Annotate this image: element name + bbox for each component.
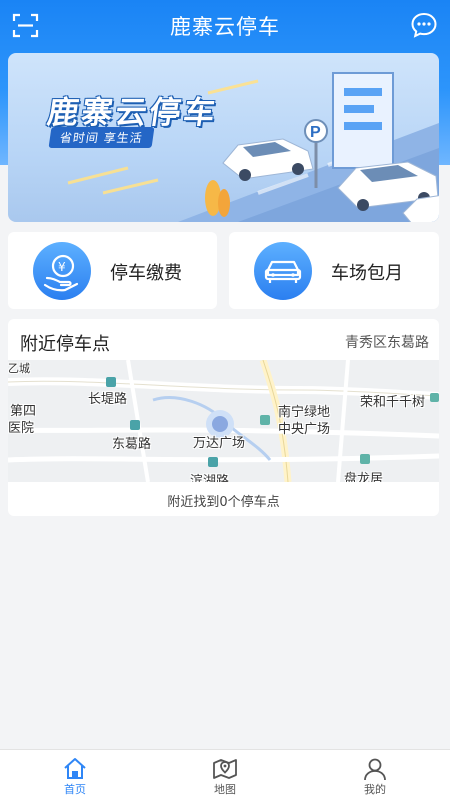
- tab-mine-label: 我的: [364, 783, 386, 796]
- svg-text:¥: ¥: [58, 260, 66, 274]
- nearby-title: 附近停车点: [20, 334, 110, 355]
- nearby-count-text: 附近找到0个停车点: [167, 495, 280, 510]
- map-label: 长堤路: [88, 392, 128, 407]
- message-icon[interactable]: [410, 11, 438, 39]
- promo-banner[interactable]: P 鹿寨云停车 省时间 享生活: [8, 53, 439, 222]
- map-label: 万达广场: [193, 436, 246, 451]
- tab-map[interactable]: 地图: [150, 750, 300, 800]
- map-label: 荣和千千树: [360, 395, 426, 410]
- home-icon: [62, 756, 88, 782]
- user-icon: [362, 756, 388, 782]
- banner-slogan: 省时间 享生活: [48, 127, 155, 148]
- monthly-pass-label: 车场包月: [331, 263, 403, 284]
- app-title: 鹿寨云停车: [170, 15, 280, 39]
- tab-home[interactable]: 首页: [0, 750, 150, 800]
- tab-home-label: 首页: [64, 783, 86, 796]
- car-icon: [254, 242, 312, 300]
- map-icon: [212, 756, 238, 782]
- map-label: 盘龙居: [344, 472, 384, 482]
- parking-payment-label: 停车缴费: [110, 263, 182, 284]
- header: 鹿寨云停车: [0, 0, 450, 50]
- nearby-map[interactable]: 长堤路 东葛路 万达广场 南宁绿地 中央广场 荣和千千树 第四 医院 盘龙居 滨…: [8, 360, 439, 482]
- map-label: 中央广场: [278, 422, 331, 437]
- map-roads: [8, 360, 439, 482]
- bottom-tab-bar: 首页 地图 我的: [0, 749, 450, 800]
- parking-sign: P: [310, 124, 321, 141]
- nearby-parking-card: 附近停车点 青秀区东葛路 长堤路 东葛路 万达广场 南宁绿地 中央广场 荣和千千…: [8, 319, 439, 516]
- map-label: 医院: [8, 421, 35, 436]
- monthly-pass-button[interactable]: 车场包月: [229, 232, 439, 309]
- banner-title: 鹿寨云停车: [44, 95, 221, 131]
- map-label: 滨湖路: [190, 474, 230, 482]
- yen-hand-icon: ¥: [33, 242, 91, 300]
- parking-payment-button[interactable]: ¥ 停车缴费: [8, 232, 217, 309]
- map-label: 乙城: [8, 362, 30, 375]
- map-label: 东葛路: [112, 437, 152, 452]
- tab-map-label: 地图: [214, 783, 236, 796]
- tab-mine[interactable]: 我的: [300, 750, 450, 800]
- current-district[interactable]: 青秀区东葛路: [345, 332, 429, 352]
